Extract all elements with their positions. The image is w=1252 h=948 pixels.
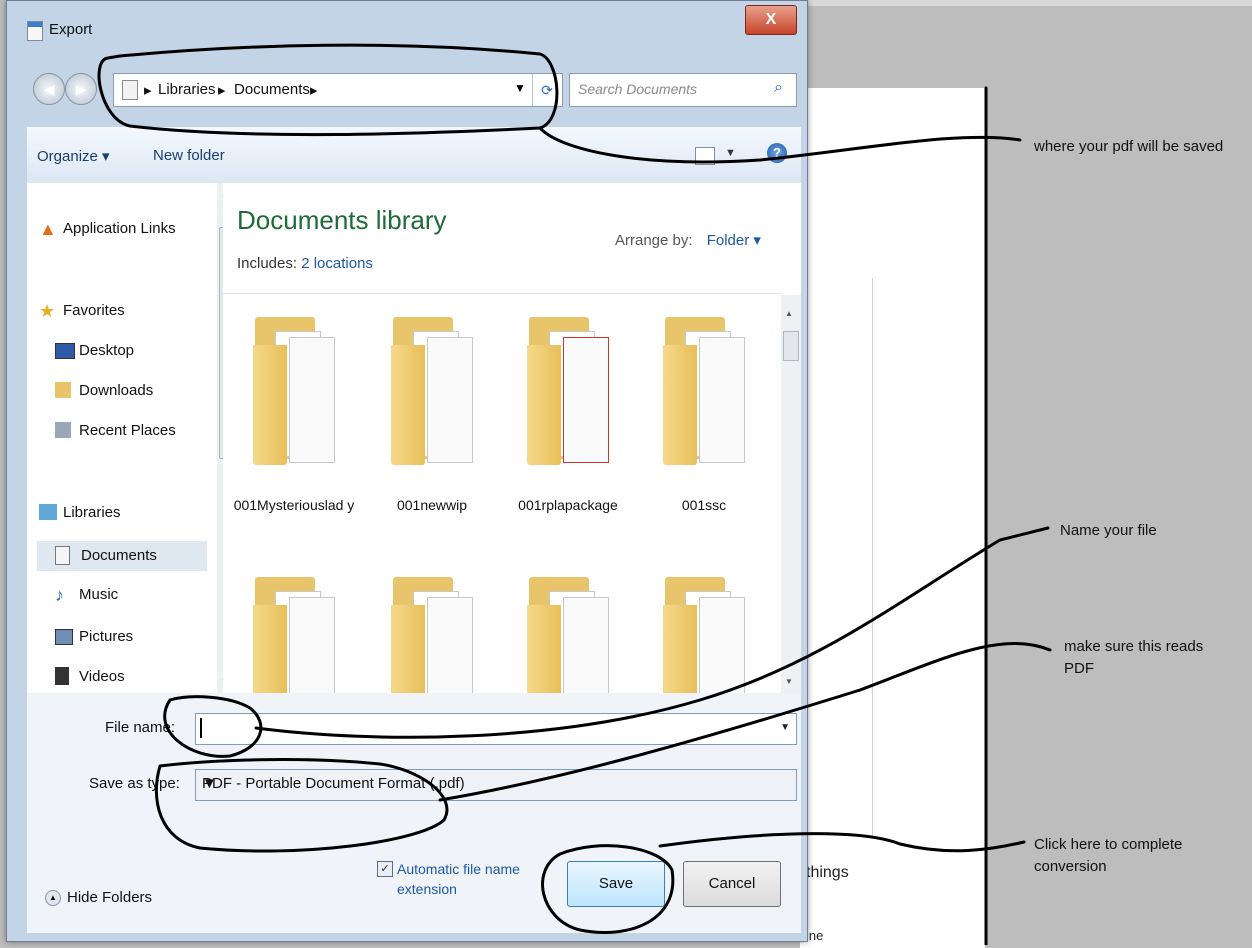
ink-save-circle: [541, 844, 675, 934]
ink-line-reads-pdf: [438, 642, 1052, 802]
ink-address-circle: [97, 43, 559, 137]
hand-drawn-annotations: [97, 43, 1052, 945]
ink-line-complete: [658, 832, 1026, 853]
ink-line-where-saved: [538, 126, 1022, 164]
ink-filename-circle: [163, 695, 263, 758]
ink-line-name-file: [254, 526, 1050, 739]
ink-savetype-circle: [154, 758, 449, 853]
